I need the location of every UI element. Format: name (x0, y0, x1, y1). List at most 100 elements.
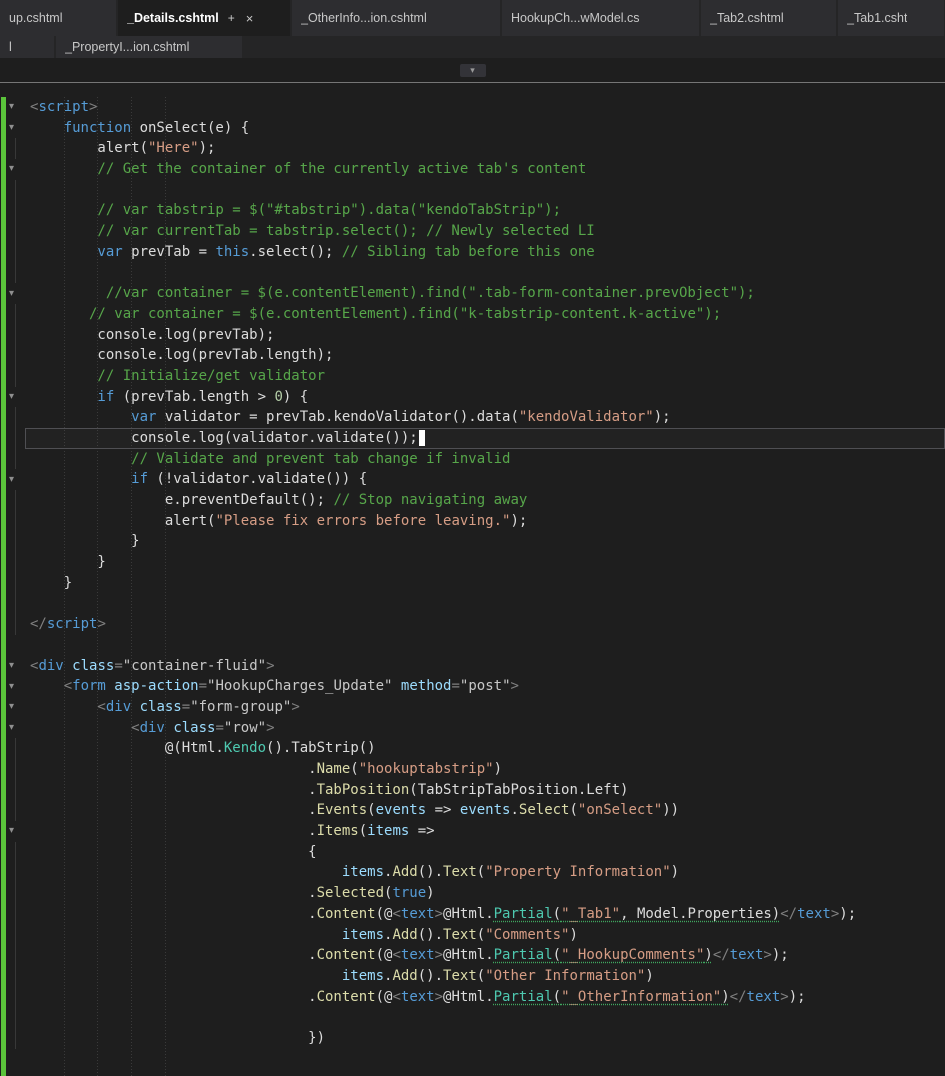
tab-tab1-cshtml[interactable]: _Tab1.csht (838, 0, 944, 36)
ide-window: up.cshtml _Details.cshtml + × _OtherInfo...i… (0, 0, 945, 1076)
code-line[interactable] (0, 593, 945, 615)
code-lines: ▾ <script> ▾ function onSelect(e) {alert("H… (0, 97, 945, 1049)
code-line[interactable]: alert("Here"); (0, 138, 945, 160)
fold-guide-line (15, 241, 16, 263)
code-text: function onSelect(e) { (63, 119, 250, 136)
tab-truncated-stub[interactable]: l (0, 36, 54, 58)
code-line[interactable]: ▾ // Get the container of the currently a… (0, 159, 945, 180)
tab-label: _OtherInfo...ion.cshtml (301, 11, 427, 25)
fold-chevron-icon[interactable]: ▾ (9, 681, 14, 692)
code-line[interactable]: ▾ if (prevTab.length > 0) { (0, 387, 945, 408)
code-text: if (prevTab.length > 0) { (97, 388, 309, 405)
code-line[interactable] (0, 179, 945, 201)
code-line[interactable]: .TabPosition(TabStripTabPosition.Left) (0, 779, 945, 801)
code-line[interactable]: // var currentTab = tabstrip.select(); /… (0, 221, 945, 242)
code-line[interactable]: .Events(events => events.Select("onSelec… (0, 800, 945, 822)
fold-chevron-icon[interactable]: ▾ (9, 123, 14, 133)
fold-chevron-icon[interactable]: ▾ (9, 474, 14, 485)
code-line[interactable]: } (0, 572, 945, 594)
code-text: .Content(@<text>@Html.Partial("_Tab1", M… (308, 905, 857, 922)
code-line[interactable]: ▾ //var container = $(e.contentElement).f… (0, 283, 945, 304)
code-text: } (131, 533, 140, 550)
code-line[interactable]: }) (0, 1027, 945, 1049)
tab-details-cshtml[interactable]: _Details.cshtml + × (118, 0, 290, 36)
fold-guide-line (15, 759, 16, 780)
code-line[interactable]: console.log(prevTab); (0, 324, 945, 346)
fold-guide-line (15, 883, 16, 904)
code-line[interactable]: ▾ <div class="form-group"> (0, 697, 945, 718)
code-line[interactable]: ▾ .Items(items => (0, 821, 945, 842)
code-line[interactable]: ▾ <div class="container-fluid"> (0, 656, 945, 677)
code-line[interactable]: { (0, 841, 945, 863)
fold-chevron-icon[interactable]: ▾ (9, 164, 14, 174)
tab-tab2-cshtml[interactable]: _Tab2.cshtml (701, 0, 836, 36)
dropdown-button[interactable]: ▾ (459, 63, 486, 77)
code-line[interactable]: } (0, 531, 945, 553)
code-line[interactable] (0, 1007, 945, 1028)
code-line[interactable]: items.Add().Text("Other Information") (0, 965, 945, 987)
tab-label: l (9, 40, 12, 54)
code-line[interactable]: } (0, 552, 945, 573)
text-caret (418, 430, 425, 446)
code-line[interactable]: @(Html.Kendo().TabStrip() (0, 738, 945, 759)
fold-guide-line (15, 365, 16, 387)
fold-guide-line (15, 510, 16, 532)
fold-guide-line (15, 1027, 16, 1049)
code-line[interactable]: items.Add().Text("Property Information") (0, 862, 945, 884)
code-text: console.log(validator.validate()); (30, 428, 425, 449)
tab-hookup-viewmodel-cs[interactable]: HookupCh...wModel.cs (502, 0, 699, 36)
code-line[interactable]: // Initialize/get validator (0, 365, 945, 387)
fold-chevron-icon[interactable]: ▾ (9, 722, 14, 733)
close-icon[interactable]: × (246, 11, 254, 26)
fold-chevron-icon[interactable]: ▾ (9, 826, 14, 836)
fold-guide-line (15, 614, 16, 635)
tab-hookup-cshtml[interactable]: up.cshtml (0, 0, 116, 36)
code-line[interactable]: var validator = prevTab.kendoValidator()… (0, 407, 945, 428)
code-line[interactable]: ▾ <div class="row"> (0, 718, 945, 739)
code-line[interactable]: .Content(@<text>@Html.Partial("_OtherInf… (0, 986, 945, 1008)
code-text: <div class="form-group"> (97, 698, 300, 715)
code-line[interactable]: var prevTab = this.select(); // Sibling … (0, 241, 945, 263)
fold-chevron-icon[interactable]: ▾ (9, 391, 14, 402)
code-line[interactable]: ▾ <form asp-action="HookupCharges_Update"… (0, 676, 945, 697)
code-line[interactable]: e.preventDefault(); // Stop navigating a… (0, 490, 945, 511)
code-line[interactable]: ▾ <script> (0, 97, 945, 118)
code-line[interactable]: alert("Please fix errors before leaving.… (0, 510, 945, 532)
pin-icon[interactable]: + (228, 11, 235, 25)
fold-guide-line (15, 407, 16, 428)
code-text: alert("Here"); (97, 140, 216, 157)
tab-otherinformation-cshtml[interactable]: _OtherInfo...ion.cshtml (292, 0, 500, 36)
code-text: // var tabstrip = $("#tabstrip").data("k… (97, 202, 562, 219)
code-text: e.preventDefault(); // Stop navigating a… (164, 492, 528, 509)
code-text: { (308, 843, 317, 860)
code-line[interactable]: console.log(validator.validate()); (0, 428, 945, 449)
code-line[interactable]: .Content(@<text>@Html.Partial("_Tab1", M… (0, 903, 945, 925)
fold-guide-line (15, 945, 16, 966)
fold-chevron-icon[interactable]: ▾ (9, 660, 14, 671)
fold-chevron-icon[interactable]: ▾ (9, 102, 14, 112)
code-text: if (!validator.validate()) { (131, 471, 368, 488)
code-line[interactable]: items.Add().Text("Comments") (0, 924, 945, 946)
fold-chevron-icon[interactable]: ▾ (9, 702, 14, 712)
code-line[interactable]: ▾ if (!validator.validate()) { (0, 469, 945, 490)
code-editor[interactable]: ▾ <script> ▾ function onSelect(e) {alert("H… (0, 83, 945, 1076)
code-text: // Validate and prevent tab change if in… (131, 450, 511, 467)
code-line[interactable]: // Validate and prevent tab change if in… (0, 448, 945, 470)
fold-chevron-icon[interactable]: ▾ (9, 288, 14, 299)
code-line[interactable]: </script> (0, 614, 945, 635)
code-text: <div class="container-fluid"> (30, 657, 275, 674)
tab-propertyinformation-cshtml[interactable]: _PropertyI...ion.cshtml (56, 36, 242, 58)
code-line[interactable]: ▾ function onSelect(e) { (0, 118, 945, 139)
fold-guide-line (15, 345, 16, 366)
code-text: </script> (30, 616, 106, 633)
code-line[interactable]: .Name("hookuptabstrip") (0, 759, 945, 780)
code-line[interactable]: // var tabstrip = $("#tabstrip").data("k… (0, 200, 945, 222)
code-line[interactable]: console.log(prevTab.length); (0, 345, 945, 366)
code-line[interactable]: // var container = $(e.contentElement).f… (0, 303, 945, 325)
code-line[interactable] (0, 635, 945, 656)
tab-label: _PropertyI...ion.cshtml (65, 40, 190, 54)
code-line[interactable] (0, 262, 945, 284)
code-line[interactable]: .Content(@<text>@Html.Partial("_HookupCo… (0, 945, 945, 966)
fold-guide-line (15, 200, 16, 222)
code-line[interactable]: .Selected(true) (0, 883, 945, 904)
